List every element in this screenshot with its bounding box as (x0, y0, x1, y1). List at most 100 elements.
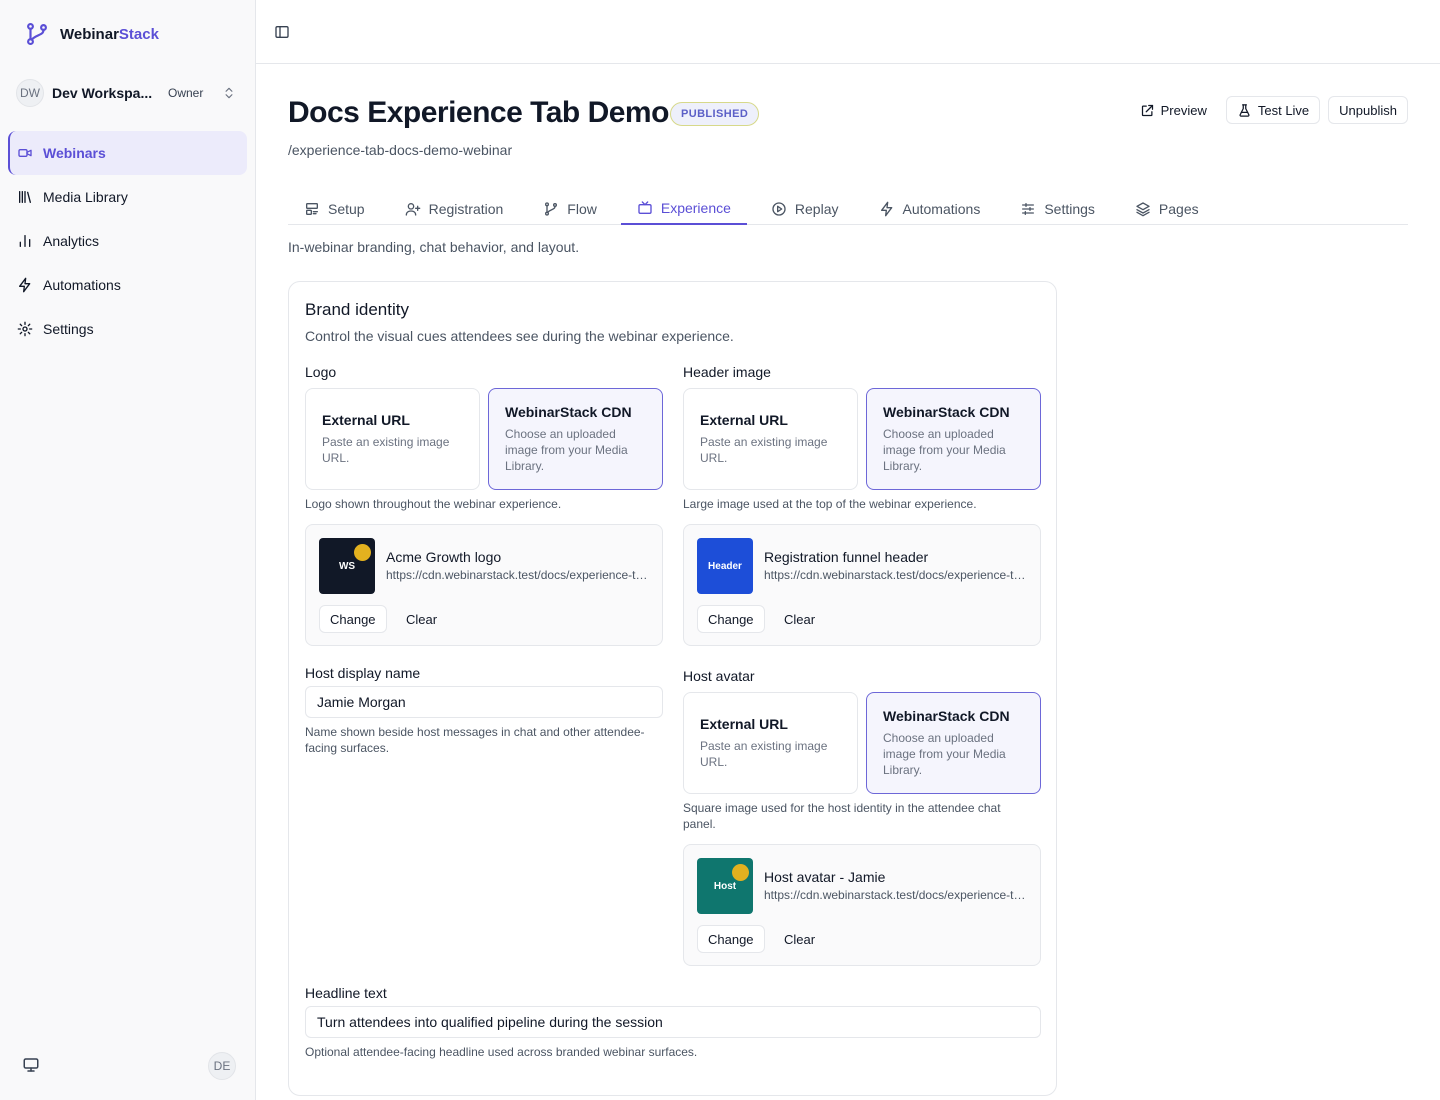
tab-label: Automations (902, 200, 981, 217)
sidebar-item-webinars[interactable]: Webinars (8, 131, 247, 175)
header-image-help: Large image used at the top of the webin… (683, 497, 977, 511)
user-avatar[interactable]: DE (208, 1052, 236, 1080)
sidebar-item-label: Settings (43, 321, 94, 337)
media-name: Registration funnel header (764, 549, 929, 565)
tab-flow[interactable]: Flow (527, 192, 613, 225)
tab-setup[interactable]: Setup (288, 192, 381, 225)
brand-logo[interactable]: WebinarStack (24, 20, 159, 48)
option-title: External URL (700, 716, 788, 732)
sidebar-item-media-library[interactable]: Media Library (8, 175, 247, 219)
git-branch-icon (545, 201, 558, 216)
zap-icon (880, 201, 892, 216)
card-subtitle: Control the visual cues attendees see du… (305, 328, 734, 344)
external-link-icon (1141, 104, 1153, 116)
preview-label: Preview (1160, 102, 1207, 118)
header-actions: Preview Test Live Unpublish (1128, 96, 1408, 124)
unpublish-button[interactable]: Unpublish (1328, 96, 1408, 124)
header-source-external[interactable]: External URL Paste an existing image URL… (683, 388, 858, 490)
thumbnail-text: Header (708, 560, 742, 572)
branch-logo-icon (24, 21, 50, 47)
option-description: Choose an uploaded image from your Media… (883, 731, 1006, 777)
change-button[interactable]: Change (697, 605, 765, 633)
logo-media-card: WS Acme Growth logo https://cdn.webinars… (305, 524, 663, 646)
thumbnail-dot (732, 864, 749, 881)
logo-thumbnail: WS (319, 538, 375, 594)
media-url: https://cdn.webinarstack.test/docs/exper… (764, 888, 1026, 902)
option-title: External URL (322, 412, 410, 428)
library-icon (19, 191, 31, 203)
media-url: https://cdn.webinarstack.test/docs/exper… (386, 568, 648, 582)
thumbnail-dot (354, 544, 371, 561)
sidebar-item-analytics[interactable]: Analytics (8, 219, 247, 263)
option-description: Paste an existing image URL. (322, 435, 450, 465)
tab-description: In-webinar branding, chat behavior, and … (288, 239, 580, 255)
headline-help: Optional attendee-facing headline used a… (305, 1045, 698, 1059)
host-display-name-label: Host display name (305, 665, 421, 681)
brand-identity-card: Brand identity Control the visual cues a… (288, 281, 1057, 1096)
tab-registration[interactable]: Registration (389, 192, 520, 225)
header-image-label: Header image (683, 364, 771, 380)
tab-label: Experience (660, 199, 731, 216)
host-display-name-help: Name shown beside host messages in chat … (305, 725, 645, 755)
flask-icon (1239, 103, 1250, 117)
sidebar: WebinarStack DW Dev Workspa... Owner Web… (0, 0, 256, 1100)
preview-button[interactable]: Preview (1128, 96, 1218, 124)
logo-source-external[interactable]: External URL Paste an existing image URL… (305, 388, 480, 490)
workspace-role: Owner (168, 86, 204, 100)
clear-button[interactable]: Clear (773, 605, 826, 633)
tab-settings[interactable]: Settings (1004, 192, 1111, 225)
avatar-source-cdn[interactable]: WebinarStack CDN Choose an uploaded imag… (866, 692, 1041, 794)
header-source-cdn[interactable]: WebinarStack CDN Choose an uploaded imag… (866, 388, 1041, 490)
host-avatar-thumbnail: Host (697, 858, 753, 914)
sidebar-nav: Webinars Media Library Analytics Automat… (8, 131, 247, 351)
headline-input[interactable] (305, 1006, 1041, 1038)
zap-icon (19, 277, 31, 293)
webinar-tabs: Setup Registration Flow Experience Repla… (288, 192, 1408, 225)
header-thumbnail: Header (697, 538, 753, 594)
workspace-avatar: DW (16, 79, 44, 107)
change-button[interactable]: Change (697, 925, 765, 953)
test-live-button[interactable]: Test Live (1225, 96, 1321, 124)
logo-label: Logo (305, 364, 337, 380)
option-title: WebinarStack CDN (505, 404, 632, 420)
tab-label: Registration (428, 200, 504, 217)
host-avatar-media-card: Host Host avatar - Jamie https://cdn.web… (683, 844, 1041, 966)
clear-button[interactable]: Clear (395, 605, 448, 633)
tv-icon (638, 200, 652, 214)
sidebar-item-label: Webinars (43, 145, 106, 161)
host-display-name-input[interactable] (305, 686, 663, 718)
tab-experience[interactable]: Experience (620, 192, 747, 225)
tab-label: Setup (328, 200, 365, 217)
page-title: Docs Experience Tab Demo (288, 96, 669, 129)
option-description: Paste an existing image URL. (700, 435, 828, 465)
user-plus-icon (405, 202, 420, 216)
host-avatar-label: Host avatar (683, 668, 755, 684)
brand-name: WebinarStack (60, 25, 159, 43)
tab-label: Pages (1158, 200, 1199, 217)
logo-source-cdn[interactable]: WebinarStack CDN Choose an uploaded imag… (488, 388, 663, 490)
sliders-icon (1022, 202, 1035, 215)
test-live-label: Test Live (1257, 102, 1310, 118)
option-title: External URL (700, 412, 788, 428)
option-description: Choose an uploaded image from your Media… (505, 427, 628, 473)
sidebar-item-automations[interactable]: Automations (8, 263, 247, 307)
gear-icon (17, 321, 33, 337)
option-description: Choose an uploaded image from your Media… (883, 427, 1006, 473)
sidebar-item-label: Media Library (43, 189, 128, 205)
tab-automations[interactable]: Automations (863, 192, 997, 225)
option-title: WebinarStack CDN (883, 404, 1010, 420)
layout-icon (306, 202, 318, 215)
media-name: Host avatar - Jamie (764, 869, 886, 885)
page-slug: /experience-tab-docs-demo-webinar (288, 142, 513, 158)
clear-button[interactable]: Clear (773, 925, 826, 953)
tab-replay[interactable]: Replay (755, 192, 855, 225)
tab-label: Replay (794, 200, 839, 217)
change-button[interactable]: Change (319, 605, 387, 633)
tab-pages[interactable]: Pages (1119, 192, 1215, 225)
sidebar-item-settings[interactable]: Settings (8, 307, 247, 351)
sidebar-toggle-icon[interactable] (274, 24, 290, 40)
monitor-icon[interactable] (22, 1056, 40, 1074)
avatar-source-external[interactable]: External URL Paste an existing image URL… (683, 692, 858, 794)
card-title: Brand identity (305, 300, 409, 319)
workspace-switcher[interactable]: DW Dev Workspa... Owner (16, 78, 240, 108)
